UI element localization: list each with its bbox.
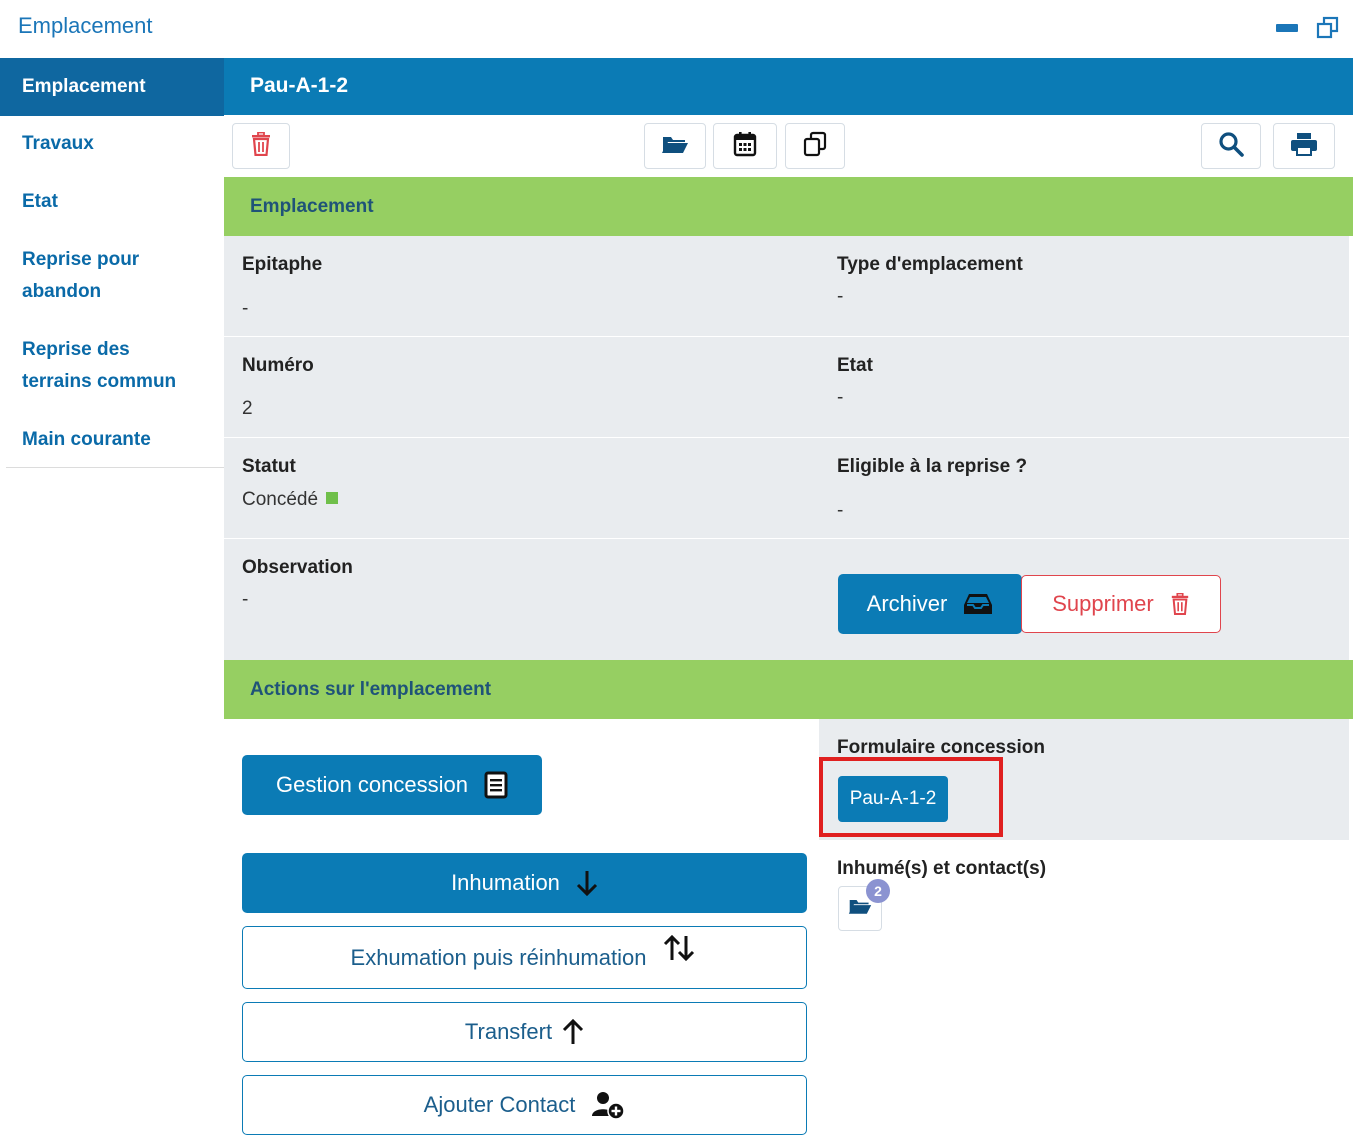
folder-open-icon — [848, 897, 872, 920]
window-title: Emplacement — [18, 13, 153, 38]
section-title: Actions sur l'emplacement — [250, 679, 492, 700]
field-observation: Observation - — [224, 539, 819, 660]
record-title: Pau-A-1-2 — [250, 74, 349, 97]
arrow-up-icon — [562, 1018, 584, 1046]
restore-window-icon[interactable] — [1315, 15, 1341, 41]
trash-icon — [1170, 593, 1190, 615]
sidebar-item-emplacement[interactable]: Emplacement — [0, 58, 224, 116]
field-label: Numéro — [242, 355, 314, 376]
sidebar-item-main-courante[interactable]: Main courante — [0, 424, 151, 456]
field-eligible: Eligible à la reprise ? - — [819, 438, 1349, 538]
calendar-button[interactable] — [713, 123, 777, 169]
inhumation-button[interactable]: Inhumation — [242, 853, 807, 913]
field-numero: Numéro 2 — [224, 337, 819, 437]
archive-button[interactable]: Archiver — [838, 574, 1022, 634]
sidebar-item-travaux[interactable]: Travaux — [0, 128, 94, 160]
trash-icon — [250, 131, 272, 161]
delete-record-button[interactable]: Supprimer — [1021, 575, 1221, 633]
calendar-icon — [733, 131, 757, 162]
field-label: Type d'emplacement — [837, 254, 1023, 275]
field-value: - — [837, 500, 844, 521]
field-label: Observation — [242, 557, 353, 578]
button-label: Transfert — [464, 1019, 553, 1044]
field-label: Epitaphe — [242, 254, 323, 275]
field-label: Inhumé(s) et contact(s) — [837, 858, 1047, 879]
field-type-emplacement: Type d'emplacement - — [819, 236, 1349, 336]
sidebar-item-etat[interactable]: Etat — [0, 186, 58, 218]
inhumes-cell: Inhumé(s) et contact(s) — [819, 840, 1349, 1136]
field-value: - — [242, 298, 249, 319]
section-header-actions: Actions sur l'emplacement — [224, 660, 1353, 719]
field-label: Eligible à la reprise ? — [837, 456, 1028, 477]
field-value: - — [837, 387, 844, 408]
print-icon — [1290, 132, 1318, 161]
sidebar-nav: Emplacement Travaux Etat Reprise pour ab… — [0, 56, 224, 450]
sidebar-divider — [6, 467, 224, 468]
field-label: Statut — [242, 456, 296, 477]
search-icon — [1218, 131, 1244, 162]
field-value: 2 — [242, 398, 253, 419]
field-value: - — [242, 589, 249, 610]
exhumation-reinhumation-button[interactable]: Exhumation puis réinhumation — [242, 926, 807, 989]
user-plus-icon — [591, 1090, 626, 1120]
field-statut: Statut Concédé — [224, 438, 819, 538]
status-indicator — [326, 492, 339, 504]
button-label: Exhumation puis réinhumation — [350, 944, 647, 970]
highlight-box — [819, 757, 1003, 837]
record-header: Pau-A-1-2 — [224, 58, 1353, 115]
swap-vertical-icon — [662, 934, 698, 962]
count-badge: 2 — [866, 879, 890, 903]
gestion-concession-button[interactable]: Gestion concession — [242, 755, 542, 815]
field-label: Formulaire concession — [837, 737, 1046, 758]
section-title: Emplacement — [250, 196, 374, 217]
transfert-button[interactable]: Transfert — [242, 1002, 807, 1062]
button-label: Archiver — [866, 591, 948, 616]
duplicate-button[interactable] — [785, 123, 845, 169]
toolbar — [224, 115, 1353, 177]
sidebar-item-reprise-terrains[interactable]: Reprise des terrains commun — [0, 334, 200, 398]
search-button[interactable] — [1201, 123, 1261, 169]
print-button[interactable] — [1273, 123, 1335, 169]
button-label: Ajouter Contact — [423, 1092, 576, 1117]
sidebar-item-reprise-abandon[interactable]: Reprise pour abandon — [0, 244, 190, 308]
ajouter-contact-button[interactable]: Ajouter Contact — [242, 1075, 807, 1135]
arrow-down-icon — [576, 869, 598, 897]
delete-button[interactable] — [232, 123, 290, 169]
field-value: - — [837, 286, 844, 307]
field-etat: Etat - — [819, 337, 1349, 437]
button-label: Inhumation — [451, 870, 560, 895]
button-label: Gestion concession — [276, 772, 468, 797]
window-titlebar: Emplacement — [0, 0, 1353, 56]
button-label: Supprimer — [1052, 591, 1154, 616]
folder-open-icon — [661, 134, 689, 159]
inbox-icon — [963, 592, 993, 616]
field-label: Etat — [837, 355, 873, 376]
open-folder-button[interactable] — [644, 123, 706, 169]
field-epitaphe: Epitaphe - — [224, 236, 819, 336]
field-value: Concédé — [242, 489, 319, 510]
document-list-icon — [484, 771, 508, 799]
copy-icon — [802, 131, 828, 162]
minimize-icon[interactable] — [1276, 24, 1298, 32]
statut-value: Concédé — [242, 489, 339, 511]
section-header-emplacement: Emplacement — [224, 177, 1353, 236]
